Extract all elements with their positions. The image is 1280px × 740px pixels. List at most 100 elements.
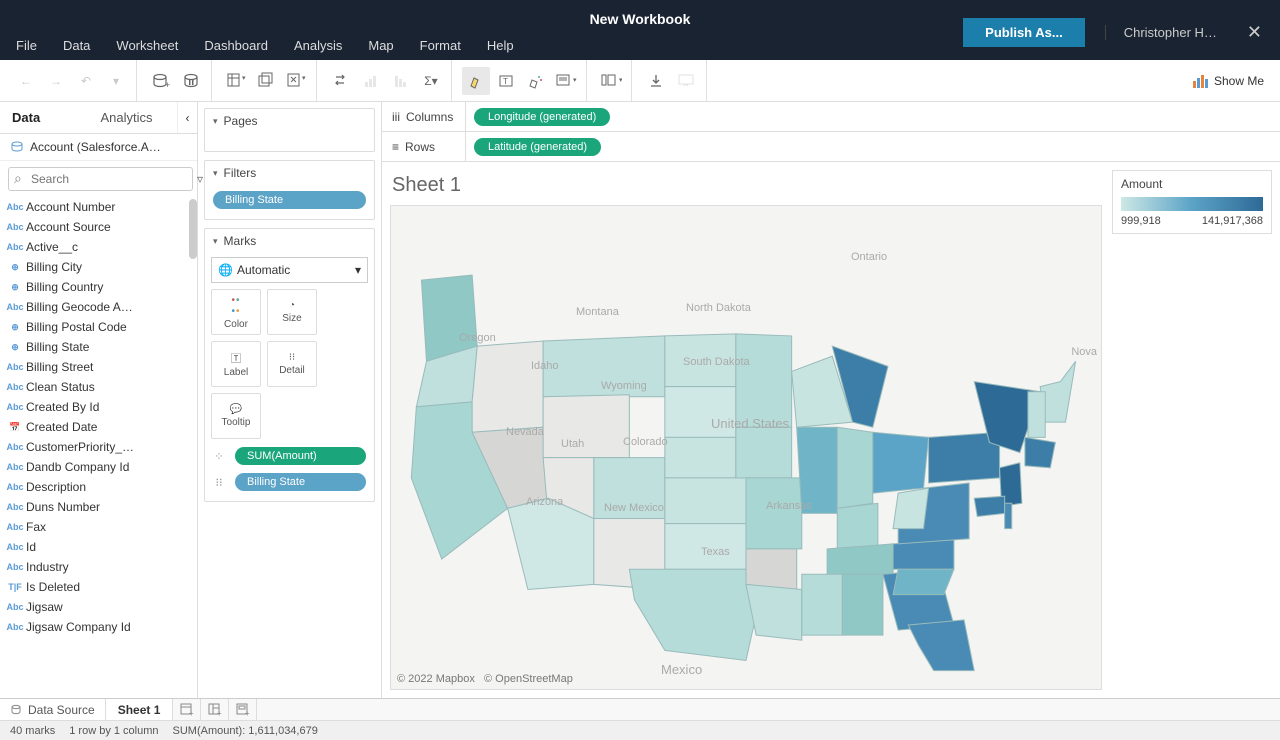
field-label: Duns Number: [26, 500, 100, 514]
publish-button[interactable]: Publish As...: [963, 18, 1085, 47]
columns-pill-longitude[interactable]: Longitude (generated): [474, 108, 610, 126]
datasource-tab[interactable]: Data Source: [0, 699, 106, 720]
tab-analytics[interactable]: Analytics: [89, 102, 178, 133]
field-item[interactable]: AbcCustomerPriority_…: [0, 437, 197, 457]
highlight-icon[interactable]: [462, 67, 490, 95]
filters-card[interactable]: ▾Filters Billing State: [204, 160, 375, 220]
pause-autoupdate-icon[interactable]: [177, 67, 205, 95]
user-name[interactable]: Christopher H…: [1105, 25, 1225, 40]
field-type-icon: Abc: [6, 382, 24, 392]
color-icon[interactable]: ⁘: [211, 450, 227, 463]
tab-data[interactable]: Data: [0, 102, 89, 133]
cards-dropdown-icon[interactable]: ▾: [597, 67, 625, 95]
field-item[interactable]: AbcDescription: [0, 477, 197, 497]
field-item[interactable]: AbcDuns Number: [0, 497, 197, 517]
totals-icon[interactable]: Σ▾: [417, 67, 445, 95]
menu-data[interactable]: Data: [51, 32, 102, 59]
undo-icon[interactable]: ↶: [72, 67, 100, 95]
field-item[interactable]: AbcActive__c: [0, 237, 197, 257]
field-item[interactable]: AbcJigsaw Company Id: [0, 617, 197, 637]
new-worksheet-tab[interactable]: +: [173, 699, 201, 720]
sheet-title[interactable]: Sheet 1: [390, 170, 1102, 205]
chevron-down-icon: ▾: [213, 236, 218, 247]
new-datasource-icon[interactable]: +: [147, 67, 175, 95]
field-item[interactable]: AbcClean Status: [0, 377, 197, 397]
mark-pill-sum-amount[interactable]: SUM(Amount): [235, 447, 366, 465]
mark-color-button[interactable]: ••••Color: [211, 289, 261, 335]
new-worksheet-icon[interactable]: ▾: [222, 67, 250, 95]
new-dashboard-tab[interactable]: +: [201, 699, 229, 720]
menu-worksheet[interactable]: Worksheet: [104, 32, 190, 59]
sort-asc-icon[interactable]: [357, 67, 385, 95]
sheet-tab-1[interactable]: Sheet 1: [106, 699, 174, 720]
field-item[interactable]: AbcAccount Source: [0, 217, 197, 237]
fit-dropdown-icon[interactable]: ▾: [552, 67, 580, 95]
swap-icon[interactable]: [327, 67, 355, 95]
redo-dropdown-icon[interactable]: ▾: [102, 67, 130, 95]
format-pen-icon[interactable]: [522, 67, 550, 95]
forward-icon[interactable]: →: [42, 67, 70, 95]
attrib-mapbox: © 2022 Mapbox: [397, 673, 475, 685]
field-item[interactable]: ⊕Billing Postal Code: [0, 317, 197, 337]
mark-label-button[interactable]: 🅃Label: [211, 341, 261, 387]
field-item[interactable]: AbcJigsaw: [0, 597, 197, 617]
datasource-item[interactable]: Account (Salesforce.A…: [0, 134, 197, 161]
rows-pill-latitude[interactable]: Latitude (generated): [474, 138, 601, 156]
present-icon[interactable]: [672, 67, 700, 95]
sort-desc-icon[interactable]: [387, 67, 415, 95]
detail-icon[interactable]: ⁝⁝: [211, 476, 227, 489]
marks-card[interactable]: ▾Marks 🌐Automatic ▾ ••••Color ◔Size 🅃Lab…: [204, 228, 375, 502]
bg-label: Wyoming: [601, 380, 647, 392]
field-type-icon: Abc: [6, 242, 24, 252]
clear-icon[interactable]: ▾: [282, 67, 310, 95]
menu-help[interactable]: Help: [475, 32, 526, 59]
field-item[interactable]: ⊕Billing City: [0, 257, 197, 277]
close-icon[interactable]: ✕: [1237, 18, 1272, 47]
search-input[interactable]: [8, 167, 193, 191]
field-item[interactable]: AbcBilling Geocode A…: [0, 297, 197, 317]
filter-pill-billing-state[interactable]: Billing State: [213, 191, 366, 209]
legend-card[interactable]: Amount 999,918 141,917,368: [1112, 170, 1272, 234]
menu-format[interactable]: Format: [408, 32, 473, 59]
field-item[interactable]: ⊕Billing Country: [0, 277, 197, 297]
back-icon[interactable]: ←: [12, 67, 40, 95]
field-list[interactable]: AbcAccount NumberAbcAccount SourceAbcAct…: [0, 197, 197, 698]
menu-map[interactable]: Map: [356, 32, 405, 59]
field-item[interactable]: ⊕Billing State: [0, 337, 197, 357]
mark-size-button[interactable]: ◔Size: [267, 289, 317, 335]
svg-text:▾: ▾: [242, 75, 246, 82]
columns-shelf[interactable]: iiiColumns Longitude (generated): [382, 102, 1280, 132]
field-item[interactable]: AbcBilling Street: [0, 357, 197, 377]
field-item[interactable]: AbcDandb Company Id: [0, 457, 197, 477]
field-label: Created Date: [26, 420, 97, 434]
field-item[interactable]: AbcAccount Number: [0, 197, 197, 217]
field-item[interactable]: AbcCreated By Id: [0, 397, 197, 417]
show-me-button[interactable]: Show Me: [1192, 73, 1274, 89]
map-view[interactable]: Ontario United States Mexico Idaho Wyomi…: [390, 205, 1102, 690]
field-item[interactable]: AbcId: [0, 537, 197, 557]
field-item[interactable]: T|FIs Deleted: [0, 577, 197, 597]
field-item[interactable]: AbcFax: [0, 517, 197, 537]
field-type-icon: Abc: [6, 442, 24, 452]
size-icon: ◔: [289, 300, 295, 311]
field-item[interactable]: 📅Created Date: [0, 417, 197, 437]
labels-icon[interactable]: T: [492, 67, 520, 95]
mark-tooltip-button[interactable]: 💬Tooltip: [211, 393, 261, 439]
menu-dashboard[interactable]: Dashboard: [192, 32, 280, 59]
marks-type-select[interactable]: 🌐Automatic ▾: [211, 257, 368, 283]
pages-card[interactable]: ▾Pages: [204, 108, 375, 152]
legend-max: 141,917,368: [1202, 215, 1263, 227]
menu-analysis[interactable]: Analysis: [282, 32, 354, 59]
bg-label: New Mexico: [604, 502, 664, 514]
field-item[interactable]: AbcIndustry: [0, 557, 197, 577]
menu-file[interactable]: File: [4, 32, 49, 59]
new-story-tab[interactable]: +: [229, 699, 257, 720]
rows-shelf[interactable]: ≡Rows Latitude (generated): [382, 132, 1280, 162]
mark-pill-billing-state[interactable]: Billing State: [235, 473, 366, 491]
duplicate-icon[interactable]: [252, 67, 280, 95]
download-icon[interactable]: [642, 67, 670, 95]
collapse-icon[interactable]: ‹: [177, 102, 197, 133]
field-type-icon: Abc: [6, 402, 24, 412]
mark-detail-button[interactable]: ⁝⁝Detail: [267, 341, 317, 387]
legend-gradient: [1121, 197, 1263, 211]
